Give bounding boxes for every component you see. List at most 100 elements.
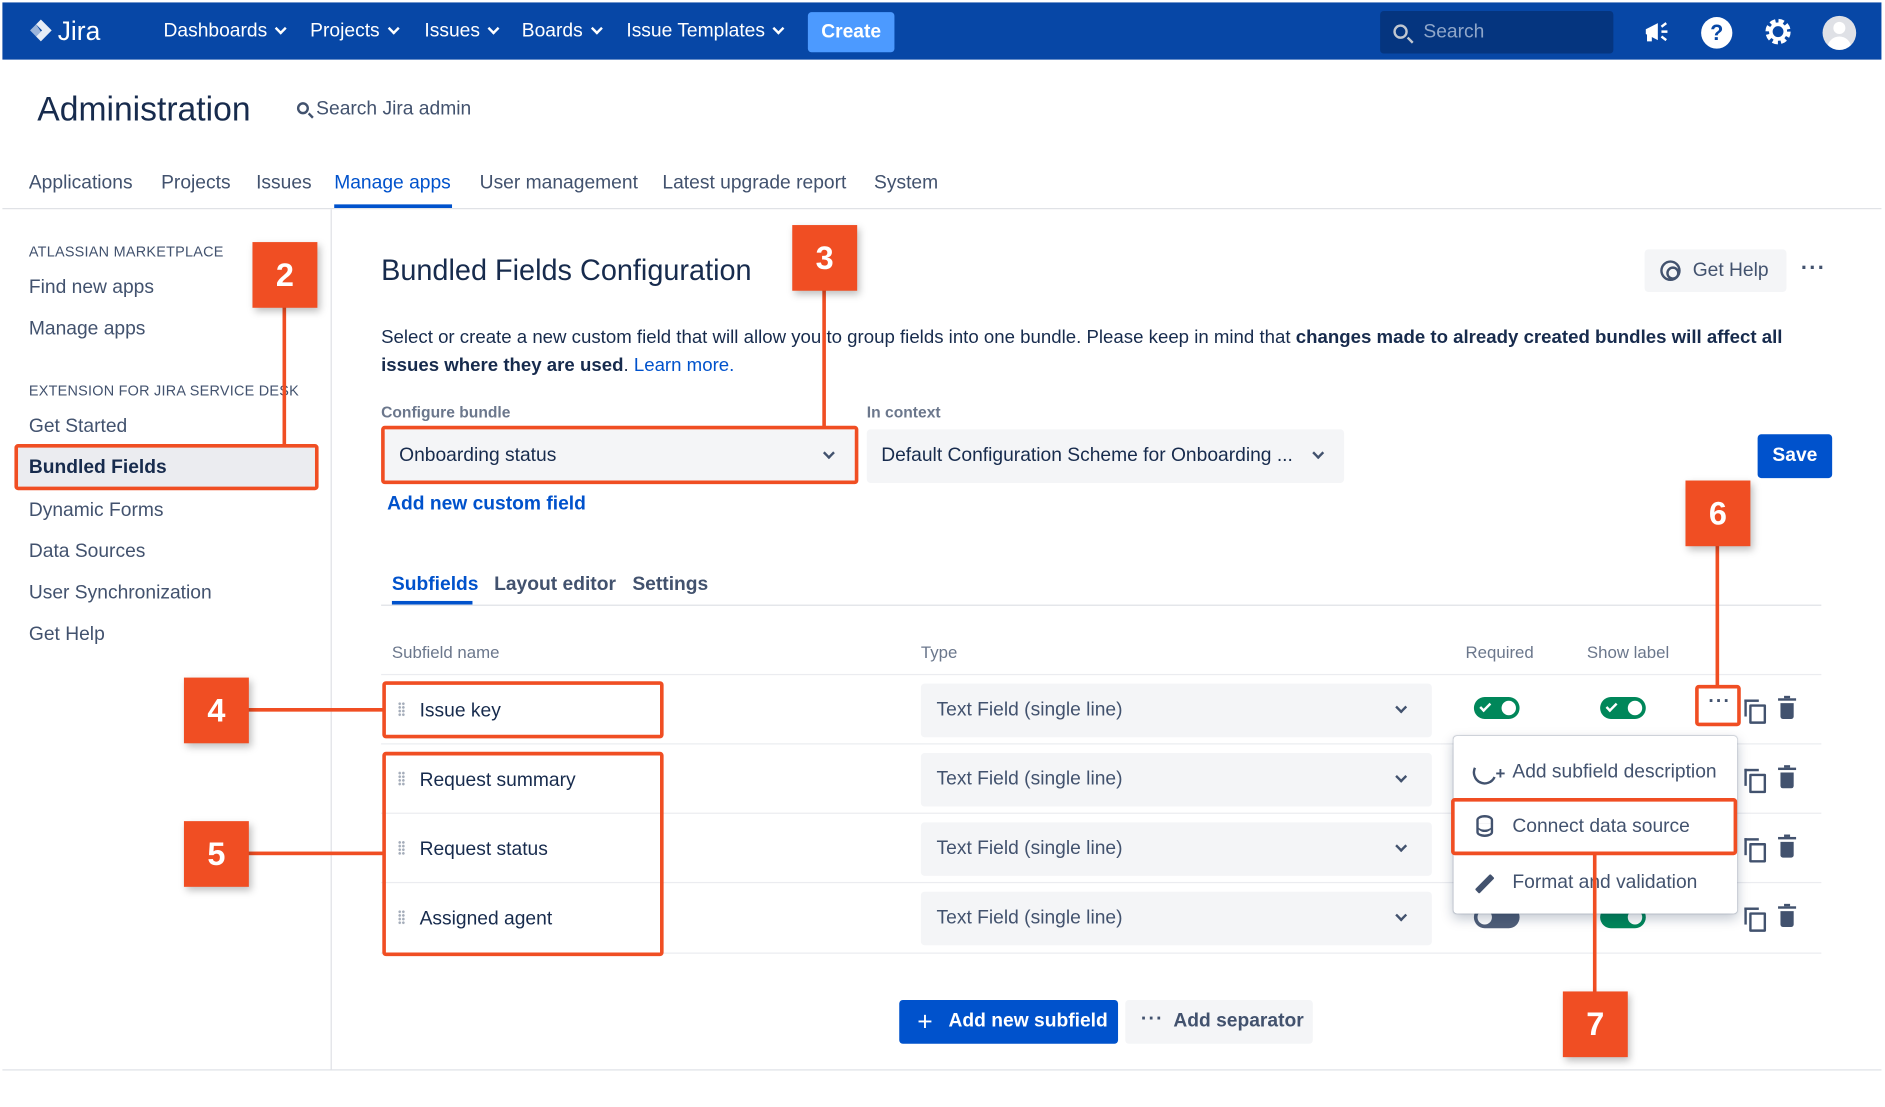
callout-7: 7 — [1562, 991, 1628, 1058]
trash-icon[interactable] — [1778, 834, 1797, 858]
copy-icon[interactable] — [1744, 699, 1767, 724]
sidebar-heading-marketplace: ATLASSIAN MARKETPLACE — [28, 243, 224, 261]
trash-icon[interactable] — [1778, 765, 1797, 789]
sidebar-item-user-synchronization[interactable]: User Synchronization — [29, 583, 212, 605]
menu-item-add-subfield-description[interactable]: Add subfield description — [1453, 746, 1737, 800]
tab-layout-editor[interactable]: Layout editor — [494, 574, 616, 596]
add-comment-icon — [1469, 756, 1501, 789]
footer-divider — [2, 1069, 1882, 1071]
gear-icon[interactable] — [1761, 15, 1795, 49]
subfield-type-value: Text Field (single line) — [936, 907, 1123, 929]
add-new-subfield-button[interactable]: + Add new subfield — [899, 999, 1119, 1044]
callout-4: 4 — [183, 677, 249, 744]
column-header-subfield-name: Subfield name — [391, 642, 500, 662]
jira-logo-text: Jira — [57, 15, 101, 47]
required-toggle[interactable] — [1473, 697, 1520, 719]
sidebar-item-dynamic-forms[interactable]: Dynamic Forms — [29, 500, 164, 522]
highlight-configure-bundle — [381, 425, 859, 485]
sidebar-item-get-started[interactable]: Get Started — [29, 416, 127, 438]
intro-period: . — [623, 355, 629, 376]
nav-issues-label: Issues — [424, 20, 480, 42]
tab-subfields[interactable]: Subfields — [392, 574, 479, 596]
intro-text: Select or create a new custom field that… — [381, 327, 1296, 348]
search-placeholder: Search — [1423, 21, 1485, 43]
admin-tab-system[interactable]: System — [874, 173, 938, 195]
in-context-label: In context — [866, 402, 941, 421]
subtab-divider — [381, 604, 1822, 606]
nav-boards[interactable]: Boards — [521, 2, 603, 59]
check-icon — [1605, 700, 1618, 713]
menu-item-label: Format and validation — [1512, 872, 1698, 893]
get-help-button[interactable]: Get Help — [1644, 249, 1787, 292]
copy-icon[interactable] — [1744, 838, 1767, 863]
configure-bundle-label: Configure bundle — [381, 402, 511, 421]
in-context-select[interactable]: Default Configuration Scheme for Onboard… — [866, 429, 1345, 483]
page-title: Administration — [37, 90, 251, 128]
header-divider — [2, 208, 1882, 210]
nav-projects-label: Projects — [310, 20, 380, 42]
connector-line — [822, 289, 826, 429]
subfield-type-select[interactable]: Text Field (single line) — [920, 891, 1432, 946]
get-help-label: Get Help — [1692, 260, 1769, 282]
save-button[interactable]: Save — [1757, 434, 1833, 479]
trash-icon[interactable] — [1778, 903, 1797, 927]
create-button[interactable]: Create — [807, 12, 895, 53]
sidebar-item-get-help[interactable]: Get Help — [29, 624, 105, 646]
nav-issue-templates[interactable]: Issue Templates — [626, 2, 785, 59]
nav-dashboards-label: Dashboards — [163, 20, 268, 42]
subfield-type-select[interactable]: Text Field (single line) — [920, 822, 1432, 876]
sidebar-heading-extension: EXTENSION FOR JIRA SERVICE DESK — [28, 381, 299, 400]
admin-search-link[interactable]: Search Jira admin — [296, 98, 472, 121]
nav-issues[interactable]: Issues — [424, 2, 500, 59]
chevron-down-icon — [590, 22, 603, 35]
menu-item-label: Add subfield description — [1512, 761, 1717, 783]
copy-icon[interactable] — [1744, 907, 1767, 932]
add-separator-label: Add separator — [1173, 1010, 1304, 1032]
chevron-down-icon — [1312, 447, 1325, 460]
chevron-down-icon — [387, 22, 400, 35]
search-icon — [296, 102, 309, 115]
callout-6: 6 — [1685, 480, 1751, 547]
nav-dashboards[interactable]: Dashboards — [163, 2, 288, 59]
admin-tab-latest-upgrade-report[interactable]: Latest upgrade report — [662, 173, 846, 195]
admin-search-label: Search Jira admin — [316, 98, 472, 120]
connector-line — [1715, 544, 1720, 688]
trash-icon[interactable] — [1778, 695, 1797, 719]
lifebuoy-icon — [1660, 260, 1681, 282]
highlight-connect-data-source — [1451, 798, 1738, 856]
admin-tab-projects[interactable]: Projects — [161, 173, 230, 195]
copy-icon[interactable] — [1744, 768, 1767, 794]
admin-tab-issues[interactable]: Issues — [256, 173, 312, 195]
avatar[interactable] — [1822, 15, 1857, 50]
subfield-type-value: Text Field (single line) — [936, 838, 1123, 859]
help-icon[interactable]: ? — [1701, 17, 1733, 49]
sidebar-item-manage-apps[interactable]: Manage apps — [29, 319, 146, 341]
add-separator-button[interactable]: ··· Add separator — [1125, 999, 1313, 1044]
sidebar-item-find-new-apps[interactable]: Find new apps — [29, 277, 154, 299]
nav-projects[interactable]: Projects — [310, 2, 400, 59]
megaphone-icon[interactable] — [1640, 15, 1674, 49]
tab-settings[interactable]: Settings — [632, 574, 708, 596]
check-icon — [1479, 700, 1492, 713]
callout-2: 2 — [252, 242, 318, 308]
admin-tab-user-management[interactable]: User management — [480, 173, 638, 195]
more-options-icon[interactable]: ··· — [1801, 255, 1826, 281]
connector-line — [282, 306, 287, 447]
admin-tab-applications[interactable]: Applications — [29, 173, 133, 195]
sidebar-item-data-sources[interactable]: Data Sources — [29, 541, 146, 563]
subfield-type-select[interactable]: Text Field (single line) — [920, 683, 1432, 738]
add-new-custom-field-link[interactable]: Add new custom field — [387, 494, 586, 516]
show-label-toggle[interactable] — [1600, 697, 1646, 719]
global-search-input[interactable]: Search — [1380, 10, 1614, 54]
nav-boards-label: Boards — [521, 20, 583, 42]
admin-tab-manage-apps[interactable]: Manage apps — [334, 173, 451, 195]
jira-logo[interactable]: Jira — [29, 2, 100, 59]
in-context-value: Default Configuration Scheme for Onboard… — [881, 445, 1293, 466]
learn-more-link[interactable]: Learn more. — [634, 355, 734, 376]
subfield-type-select[interactable]: Text Field (single line) — [920, 753, 1432, 807]
chevron-down-icon — [1395, 909, 1408, 922]
plus-icon: + — [917, 1006, 933, 1037]
connector-line — [247, 851, 385, 856]
nav-issue-templates-label: Issue Templates — [626, 20, 765, 42]
chevron-down-icon — [275, 22, 288, 35]
